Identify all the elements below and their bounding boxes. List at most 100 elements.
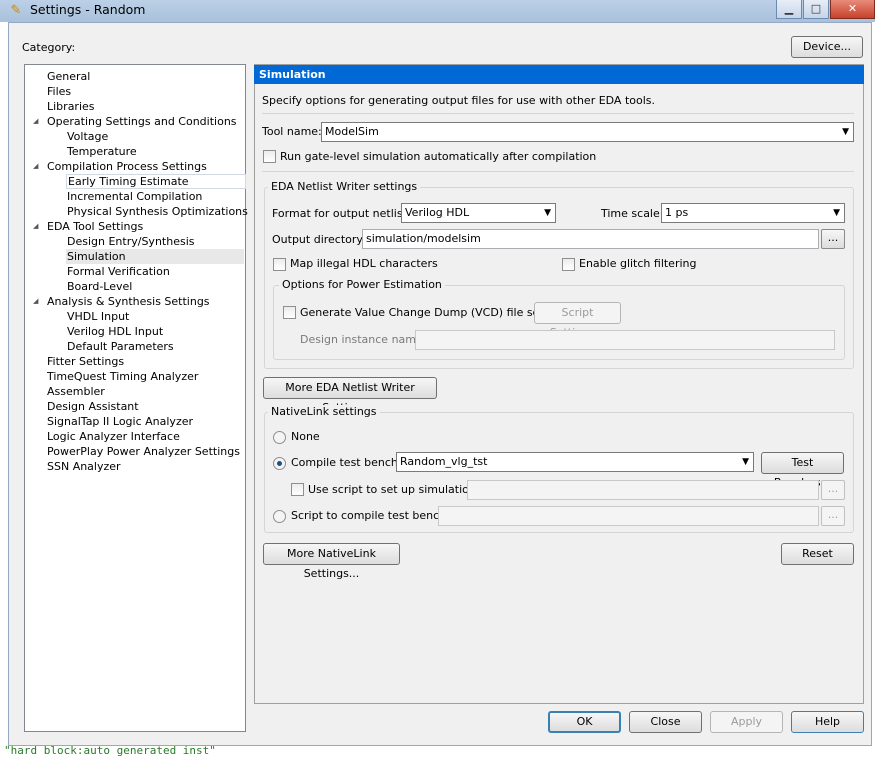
chevron-down-icon: ▼ (742, 457, 749, 467)
reset-button[interactable]: Reset (781, 543, 854, 565)
tree-item-label: Assembler (47, 385, 105, 398)
format-select[interactable]: Verilog HDL ▼ (401, 203, 556, 223)
title-bar[interactable]: ✎ Settings - Random ▁ □ ✕ (0, 0, 875, 22)
tree-item[interactable]: VHDL Input (66, 309, 129, 324)
help-button[interactable]: Help (791, 711, 864, 733)
run-gate-level-checkbox[interactable] (263, 150, 276, 163)
tree-item[interactable]: SignalTap II Logic Analyzer (46, 414, 193, 429)
tree-item-label: Formal Verification (67, 265, 170, 278)
use-script-input[interactable] (467, 480, 819, 500)
generate-vcd-checkbox[interactable] (283, 306, 296, 319)
tree-item-label: Temperature (67, 145, 137, 158)
tree-item[interactable]: EDA Tool Settings (46, 219, 143, 234)
tree-item[interactable]: Compilation Process Settings (46, 159, 207, 174)
tree-item-label: Libraries (47, 100, 95, 113)
test-benches-button[interactable]: Test Benches... (761, 452, 844, 489)
tree-item[interactable]: Temperature (66, 144, 137, 159)
map-illegal-checkbox[interactable] (273, 258, 286, 271)
tree-item[interactable]: Incremental Compilation (66, 189, 202, 204)
category-tree[interactable]: General Files Libraries Operating Settings … (24, 64, 248, 732)
divider (262, 171, 854, 172)
window-title: Settings - Random (30, 2, 146, 17)
tree-item-label: PowerPlay Power Analyzer Settings (47, 445, 240, 458)
more-nativelink-settings-button[interactable]: More NativeLink Settings... (263, 543, 400, 580)
map-illegal-label: Map illegal HDL characters (290, 257, 438, 270)
script-compile-label: Script to compile test bench: (291, 509, 450, 522)
design-instance-input[interactable] (415, 330, 835, 350)
tree-item[interactable]: Board-Level (66, 279, 132, 294)
tree-item-label: Logic Analyzer Interface (47, 430, 180, 443)
tree-item-label: Board-Level (67, 280, 133, 293)
tree-expand-icon[interactable]: ◢ (33, 297, 38, 305)
format-label: Format for output netlist: (272, 207, 411, 220)
script-compile-input[interactable] (438, 506, 819, 526)
test-bench-select[interactable]: Random_vlg_tst ▼ (396, 452, 754, 472)
close-button[interactable]: Close (629, 711, 702, 733)
output-directory-input[interactable]: simulation/modelsim (362, 229, 819, 249)
timescale-select[interactable]: 1 ps ▼ (661, 203, 845, 223)
tree-item-label: SignalTap II Logic Analyzer (47, 415, 194, 428)
script-settings-button[interactable]: Script Settings... (534, 302, 621, 339)
apply-button[interactable]: Apply (710, 711, 783, 733)
tree-item[interactable]: Physical Synthesis Optimizations (66, 204, 248, 219)
tree-item[interactable]: General (46, 69, 90, 84)
tree-item[interactable]: Verilog HDL Input (66, 324, 163, 339)
tree-item[interactable]: SSN Analyzer (46, 459, 121, 474)
tree-item[interactable]: Early Timing Estimate (66, 174, 246, 189)
tree-item[interactable]: Voltage (66, 129, 108, 144)
none-radio[interactable] (273, 431, 286, 444)
nativelink-group-title: NativeLink settings (268, 405, 380, 419)
script-compile-radio[interactable] (273, 510, 286, 523)
chevron-down-icon: ▼ (544, 208, 551, 218)
tree-item[interactable]: Logic Analyzer Interface (46, 429, 180, 444)
minimize-button[interactable]: ▁ (776, 0, 802, 19)
maximize-button[interactable]: □ (803, 0, 829, 19)
chevron-down-icon: ▼ (833, 208, 840, 218)
panel-title: Simulation (254, 65, 864, 84)
use-script-label: Use script to set up simulation: (308, 483, 480, 496)
compile-test-bench-label: Compile test bench: (291, 456, 402, 469)
tree-item-label: Voltage (67, 130, 109, 143)
power-estimation-group-title: Options for Power Estimation (279, 278, 445, 292)
generate-vcd-label: Generate Value Change Dump (VCD) file sc… (300, 306, 558, 319)
tree-item[interactable]: Simulation (66, 249, 244, 264)
tree-item[interactable]: Design Entry/Synthesis (66, 234, 194, 249)
enable-glitch-checkbox[interactable] (562, 258, 575, 271)
more-eda-settings-button[interactable]: More EDA Netlist Writer Settings... (263, 377, 437, 414)
script-compile-browse-button[interactable]: ... (821, 506, 845, 526)
settings-pen-icon: ✎ (10, 3, 22, 18)
device-button[interactable]: Device... (791, 36, 863, 58)
tree-item-label: Design Entry/Synthesis (67, 235, 195, 248)
tree-item[interactable]: Assembler (46, 384, 105, 399)
use-script-checkbox[interactable] (291, 483, 304, 496)
timescale-label: Time scale: (601, 207, 664, 220)
close-window-button[interactable]: ✕ (830, 0, 875, 19)
run-gate-level-label: Run gate-level simulation automatically … (280, 150, 597, 163)
tree-item[interactable]: Operating Settings and Conditions (46, 114, 237, 129)
tree-item[interactable]: Libraries (46, 99, 95, 114)
tree-item-label: General (47, 70, 91, 83)
tree-item[interactable]: Formal Verification (66, 264, 170, 279)
none-label: None (291, 430, 320, 443)
tree-item-label: Incremental Compilation (67, 190, 203, 203)
tool-name-select[interactable]: ModelSim ▼ (321, 122, 854, 142)
tree-expand-icon[interactable]: ◢ (33, 162, 38, 170)
tree-item-label: Fitter Settings (47, 355, 125, 368)
tree-item[interactable]: Fitter Settings (46, 354, 124, 369)
tool-name-value: ModelSim (325, 125, 379, 138)
tree-item-label: Physical Synthesis Optimizations (67, 205, 248, 218)
tree-item[interactable]: TimeQuest Timing Analyzer (46, 369, 198, 384)
ok-button[interactable]: OK (548, 711, 621, 733)
tree-item-label: Early Timing Estimate (68, 175, 189, 188)
use-script-browse-button[interactable]: ... (821, 480, 845, 500)
compile-test-bench-radio[interactable] (273, 457, 286, 470)
tree-item[interactable]: Files (46, 84, 71, 99)
tree-item[interactable]: Design Assistant (46, 399, 139, 414)
tree-expand-icon[interactable]: ◢ (33, 222, 38, 230)
tree-item[interactable]: PowerPlay Power Analyzer Settings (46, 444, 240, 459)
enable-glitch-label: Enable glitch filtering (579, 257, 697, 270)
tree-item[interactable]: Analysis & Synthesis Settings (46, 294, 210, 309)
tree-item[interactable]: Default Parameters (66, 339, 174, 354)
output-directory-browse-button[interactable]: ... (821, 229, 845, 249)
tree-expand-icon[interactable]: ◢ (33, 117, 38, 125)
